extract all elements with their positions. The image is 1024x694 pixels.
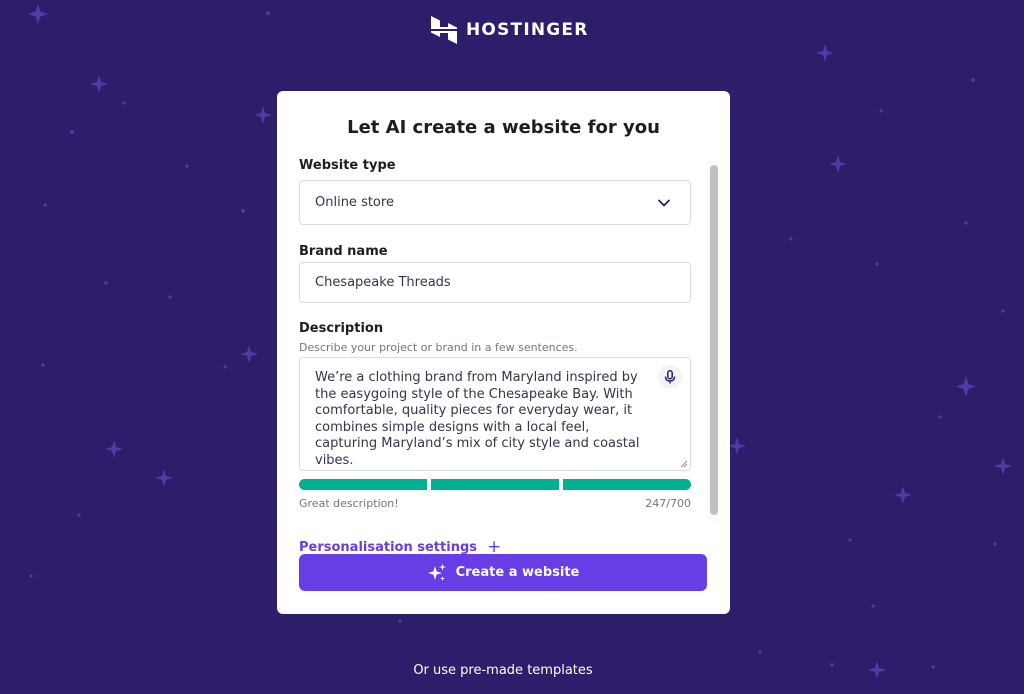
star-dot bbox=[1001, 309, 1005, 313]
star-dot bbox=[875, 262, 879, 266]
star-decoration bbox=[28, 4, 48, 24]
create-website-button[interactable]: Create a website bbox=[299, 554, 707, 591]
description-textarea[interactable]: We’re a clothing brand from Maryland ins… bbox=[299, 357, 691, 471]
star-decoration bbox=[240, 345, 258, 363]
star-dot bbox=[971, 78, 975, 82]
hostinger-h-logo-icon bbox=[431, 16, 457, 44]
brand-name-label: Brand name bbox=[299, 244, 388, 259]
description-quality-meter bbox=[299, 479, 691, 490]
quality-segment bbox=[563, 479, 691, 490]
description-label: Description bbox=[299, 321, 384, 336]
microphone-button[interactable] bbox=[658, 365, 682, 389]
quality-segment bbox=[431, 479, 559, 490]
star-dot bbox=[168, 295, 172, 299]
star-decoration bbox=[816, 44, 834, 62]
sparkles-icon bbox=[427, 563, 446, 581]
star-dot bbox=[41, 363, 45, 367]
premade-templates-link[interactable]: Or use pre-made templates bbox=[0, 663, 1006, 678]
star-dot bbox=[993, 542, 997, 546]
ai-website-builder-card: Let AI create a website for you Website … bbox=[277, 91, 730, 614]
description-hint: Describe your project or brand in a few … bbox=[299, 341, 578, 354]
description-value: We’re a clothing brand from Maryland ins… bbox=[315, 370, 640, 468]
website-type-label: Website type bbox=[299, 158, 396, 173]
personalisation-label: Personalisation settings bbox=[299, 540, 477, 555]
create-website-label: Create a website bbox=[455, 565, 580, 580]
character-counter: 247/700 bbox=[645, 497, 691, 510]
resize-grip-icon[interactable] bbox=[680, 460, 688, 468]
star-dot bbox=[266, 11, 270, 15]
star-decoration bbox=[90, 75, 108, 93]
star-dot bbox=[223, 365, 227, 369]
website-type-value: Online store bbox=[315, 195, 394, 210]
star-dot bbox=[185, 164, 189, 168]
brand-name-input[interactable]: Chesapeake Threads bbox=[299, 262, 691, 303]
star-decoration bbox=[155, 469, 173, 487]
star-dot bbox=[104, 281, 108, 285]
brand-name: HOSTINGER bbox=[466, 20, 589, 40]
hostinger-logo[interactable]: HOSTINGER bbox=[431, 16, 589, 44]
star-decoration bbox=[728, 437, 746, 455]
star-dot bbox=[758, 650, 762, 654]
scrollbar-thumb[interactable] bbox=[710, 165, 718, 515]
star-dot bbox=[871, 604, 875, 608]
star-decoration bbox=[956, 376, 976, 397]
star-dot bbox=[122, 101, 126, 105]
star-dot bbox=[29, 574, 33, 578]
star-decoration bbox=[894, 486, 912, 504]
chevron-down-icon bbox=[658, 199, 670, 207]
quality-segment bbox=[299, 479, 427, 490]
star-dot bbox=[789, 237, 793, 241]
website-type-select[interactable]: Online store bbox=[299, 180, 691, 225]
star-dot bbox=[938, 415, 942, 419]
star-dot bbox=[77, 513, 81, 517]
star-decoration bbox=[829, 155, 847, 173]
star-dot bbox=[879, 109, 883, 113]
star-dot bbox=[43, 203, 47, 207]
card-title: Let AI create a website for you bbox=[347, 117, 660, 138]
star-dot bbox=[70, 130, 74, 134]
star-dot bbox=[398, 619, 402, 623]
star-decoration bbox=[994, 457, 1012, 475]
star-dot bbox=[848, 538, 852, 542]
star-dot bbox=[241, 209, 245, 213]
description-feedback: Great description! bbox=[299, 497, 399, 510]
star-dot bbox=[964, 221, 968, 225]
brand-name-value: Chesapeake Threads bbox=[315, 275, 451, 290]
star-decoration bbox=[105, 440, 123, 458]
star-decoration bbox=[254, 106, 272, 124]
microphone-icon bbox=[664, 370, 676, 384]
